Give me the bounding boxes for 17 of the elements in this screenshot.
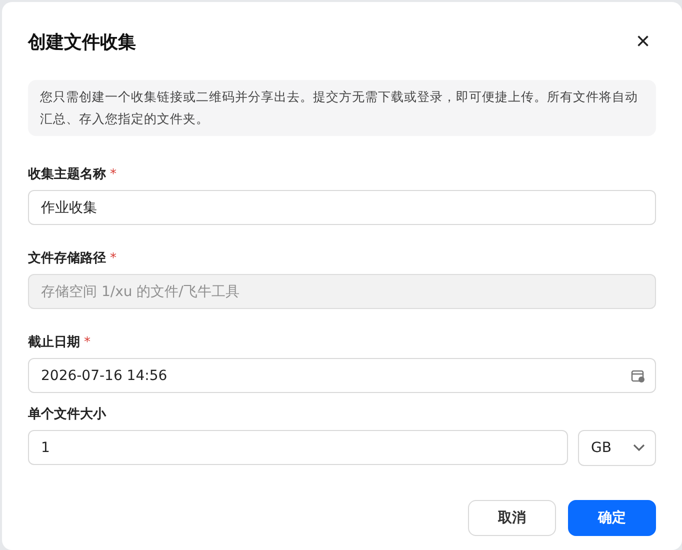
dialog-title: 创建文件收集 xyxy=(28,31,136,54)
date-value: 2026-07-16 14:56 xyxy=(41,368,168,384)
required-mark: * xyxy=(110,166,116,184)
input-field[interactable]: 作业收集 xyxy=(28,190,656,225)
date-field[interactable]: 2026-07-16 14:56 xyxy=(28,358,656,393)
field-label: 单个文件大小 xyxy=(28,406,106,424)
required-mark: * xyxy=(84,334,90,352)
field-label: 收集主题名称 xyxy=(28,166,106,184)
confirm-button[interactable]: 确定 xyxy=(568,500,656,536)
cancel-button[interactable]: 取消 xyxy=(468,500,556,536)
required-mark: * xyxy=(110,250,116,268)
unit-select[interactable]: GB xyxy=(578,430,656,466)
field-label: 文件存储路径 xyxy=(28,250,106,268)
input-field[interactable]: 1 xyxy=(28,430,568,465)
field-label: 截止日期 xyxy=(28,334,80,352)
close-button[interactable]: × xyxy=(630,30,656,54)
notice-text: 您只需创建一个收集链接或二维码并分享出去。提交方无需下载或登录，即可便捷上传。所有文件将自动汇总、存入您指定的文件夹。 xyxy=(28,80,656,136)
